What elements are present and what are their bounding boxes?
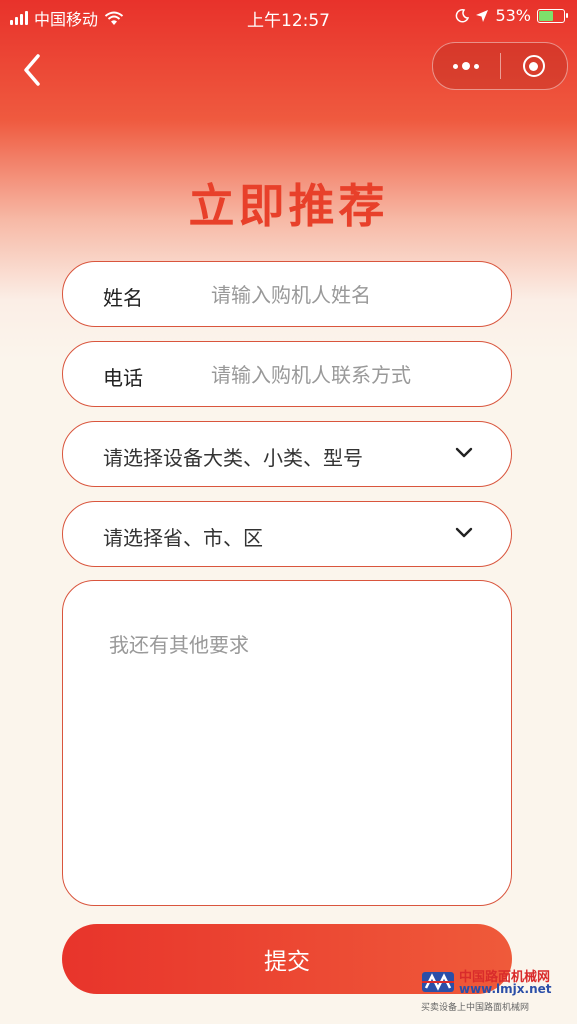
phone-input[interactable] — [209, 356, 493, 394]
battery-percent: 53% — [495, 6, 531, 25]
back-button[interactable] — [16, 50, 50, 90]
equipment-select[interactable]: 请选择设备大类、小类、型号 — [62, 421, 512, 487]
status-right: 53% — [455, 6, 568, 25]
site-logo-icon — [422, 972, 454, 992]
equipment-select-text: 请选择设备大类、小类、型号 — [103, 446, 363, 470]
remarks-box[interactable] — [62, 580, 512, 906]
region-select-text: 请选择省、市、区 — [103, 526, 263, 550]
page-title: 立即推荐 — [188, 179, 389, 233]
more-dots-icon — [453, 62, 480, 70]
status-bar: 中国移动 上午12:57 53% — [0, 0, 577, 34]
remarks-textarea[interactable] — [107, 627, 481, 881]
watermark-slogan: 买卖设备上中国路面机械网 — [421, 1003, 530, 1013]
name-field[interactable]: 姓名 — [62, 261, 512, 327]
watermark-url: www.lmjx.net — [459, 982, 552, 996]
name-input[interactable] — [209, 276, 493, 314]
moon-icon — [456, 8, 470, 22]
phone-label: 电话 — [103, 366, 143, 390]
phone-field[interactable]: 电话 — [62, 341, 512, 407]
close-miniapp-button[interactable] — [501, 43, 568, 89]
location-arrow-icon — [476, 9, 489, 22]
battery-level-fill — [539, 10, 553, 21]
name-label: 姓名 — [103, 286, 143, 310]
battery-icon — [537, 8, 568, 23]
region-select[interactable]: 请选择省、市、区 — [62, 501, 512, 567]
chevron-down-icon — [455, 527, 473, 538]
watermark: 中国路面机械网 www.lmjx.net 买卖设备上中国路面机械网 — [421, 964, 571, 1018]
miniapp-capsule — [432, 42, 568, 90]
more-button[interactable] — [433, 43, 500, 89]
chevron-down-icon — [455, 447, 473, 458]
close-target-icon — [522, 55, 545, 77]
